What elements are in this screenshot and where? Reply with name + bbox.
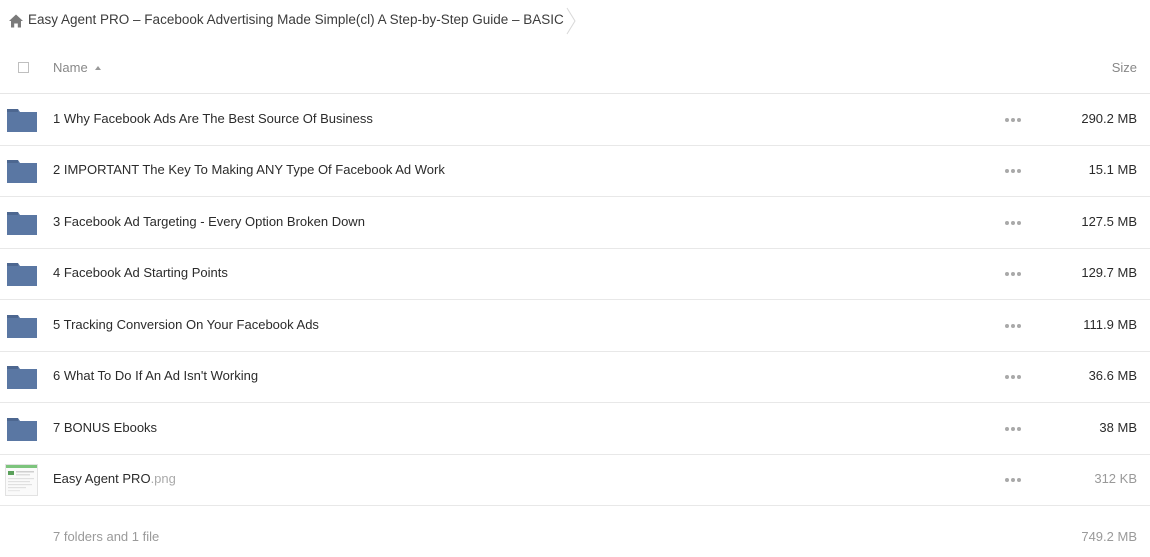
folder-row[interactable]: 3 Facebook Ad Targeting - Every Option B… xyxy=(0,197,1150,249)
folder-row[interactable]: 5 Tracking Conversion On Your Facebook A… xyxy=(0,300,1150,352)
item-name[interactable]: 1 Why Facebook Ads Are The Best Source O… xyxy=(53,111,373,126)
item-size: 129.7 MB xyxy=(1081,265,1137,280)
item-name-text: 7 BONUS Ebooks xyxy=(53,420,158,435)
more-options-icon[interactable] xyxy=(1005,271,1021,277)
folder-row[interactable]: 4 Facebook Ad Starting Points 129.7 MB xyxy=(0,248,1150,300)
item-size: 36.6 MB xyxy=(1088,368,1137,383)
total-size: 749.2 MB xyxy=(1081,529,1137,544)
breadcrumb-separator-icon xyxy=(566,7,576,35)
name-column-header[interactable]: Name xyxy=(53,60,101,75)
home-icon[interactable] xyxy=(8,13,24,29)
folder-icon xyxy=(7,108,37,132)
item-name-text: 5 Tracking Conversion On Your Facebook A… xyxy=(53,317,319,332)
folder-row[interactable]: 2 IMPORTANT The Key To Making ANY Type O… xyxy=(0,145,1150,197)
name-column-label: Name xyxy=(53,60,88,75)
folder-icon xyxy=(7,365,37,389)
more-options-icon[interactable] xyxy=(1005,374,1021,380)
item-extension: .png xyxy=(150,471,176,486)
summary-text: 7 folders and 1 file xyxy=(53,529,160,544)
item-name-text: 6 What To Do If An Ad Isn't Working xyxy=(53,368,259,383)
item-name[interactable]: 4 Facebook Ad Starting Points xyxy=(53,265,228,280)
item-size: 38 MB xyxy=(1099,420,1137,435)
item-name[interactable]: 5 Tracking Conversion On Your Facebook A… xyxy=(53,317,319,332)
item-name-text: 3 Facebook Ad Targeting - Every Option B… xyxy=(53,214,365,229)
folder-icon xyxy=(7,262,37,286)
item-name[interactable]: 7 BONUS Ebooks xyxy=(53,420,157,435)
item-name[interactable]: Easy Agent PRO.png xyxy=(53,471,176,486)
item-name-text: Easy Agent PRO xyxy=(53,471,151,486)
item-name[interactable]: 3 Facebook Ad Targeting - Every Option B… xyxy=(53,214,365,229)
item-name[interactable]: 2 IMPORTANT The Key To Making ANY Type O… xyxy=(53,162,445,177)
item-size: 127.5 MB xyxy=(1081,214,1137,229)
item-name[interactable]: 6 What To Do If An Ad Isn't Working xyxy=(53,368,258,383)
folder-row[interactable]: 6 What To Do If An Ad Isn't Working 36.6 … xyxy=(0,351,1150,403)
more-options-icon[interactable] xyxy=(1005,426,1021,432)
sort-ascending-icon xyxy=(94,66,101,70)
more-options-icon[interactable] xyxy=(1005,323,1021,329)
item-name-text: 4 Facebook Ad Starting Points xyxy=(53,265,228,280)
folder-icon xyxy=(7,159,37,183)
item-name-text: 2 IMPORTANT The Key To Making ANY Type O… xyxy=(53,162,445,177)
select-all-checkbox[interactable] xyxy=(18,62,29,73)
more-options-icon[interactable] xyxy=(1005,117,1021,123)
item-size: 290.2 MB xyxy=(1081,111,1137,126)
more-options-icon[interactable] xyxy=(1005,168,1021,174)
item-size: 15.1 MB xyxy=(1088,162,1137,177)
folder-row[interactable]: 7 BONUS Ebooks 38 MB xyxy=(0,403,1150,455)
folder-icon xyxy=(7,417,37,441)
size-column-header[interactable]: Size xyxy=(1112,60,1137,75)
file-row[interactable]: Easy Agent PRO.png 312 KB xyxy=(0,454,1150,506)
item-name-text: 1 Why Facebook Ads Are The Best Source O… xyxy=(53,111,373,126)
folder-row[interactable]: 1 Why Facebook Ads Are The Best Source O… xyxy=(0,94,1150,146)
image-thumbnail-icon xyxy=(5,464,38,496)
more-options-icon[interactable] xyxy=(1005,220,1021,226)
item-size: 111.9 MB xyxy=(1083,317,1137,332)
breadcrumb-current-folder[interactable]: Easy Agent PRO – Facebook Advertising Ma… xyxy=(28,12,564,27)
more-options-icon[interactable] xyxy=(1005,477,1021,483)
breadcrumb: Easy Agent PRO – Facebook Advertising Ma… xyxy=(0,0,1150,42)
file-list-header: Name Size xyxy=(0,45,1150,94)
folder-icon xyxy=(7,211,37,235)
folder-icon xyxy=(7,314,37,338)
item-size: 312 KB xyxy=(1094,471,1137,486)
